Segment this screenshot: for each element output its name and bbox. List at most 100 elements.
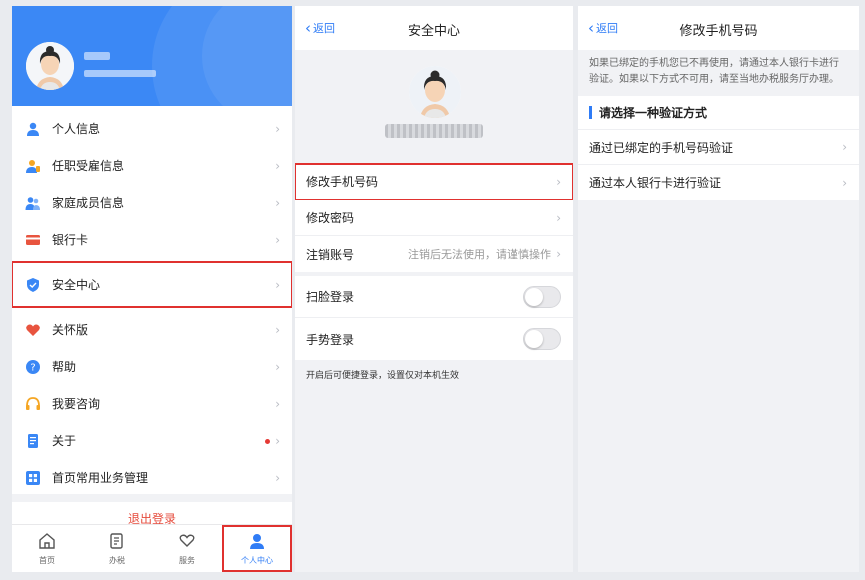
face-login-row: 扫脸登录 [295, 276, 573, 318]
family-icon [24, 194, 42, 212]
cancel-account-row[interactable]: 注销账号 注销后无法使用，请谨慎操作 › [295, 236, 573, 272]
tab-label: 服务 [179, 555, 195, 565]
employee-icon [24, 157, 42, 175]
navbar: ‹ 返回 安全中心 [295, 6, 573, 50]
tab-personal-center[interactable]: 个人中心 [222, 525, 292, 572]
chevron-right-icon: › [556, 174, 561, 189]
verification-options: 通过已绑定的手机号码验证 › 通过本人银行卡进行验证 › [578, 130, 859, 200]
heart-hand-icon [177, 532, 197, 553]
row-label: 通过本人银行卡进行验证 [589, 176, 722, 190]
notification-dot [265, 438, 270, 444]
document-icon [24, 432, 42, 450]
section-accent-bar [589, 106, 592, 119]
login-settings-group: 扫脸登录 手势登录 [295, 276, 573, 360]
menu-item-home-shortcuts[interactable]: 首页常用业务管理 › [12, 459, 292, 496]
heart-icon [24, 321, 42, 339]
home-icon [37, 532, 57, 553]
section-title: 请选择一种验证方式 [599, 106, 708, 120]
chevron-right-icon: › [275, 396, 280, 411]
logout-button[interactable]: 退出登录 [12, 494, 292, 526]
chevron-right-icon: › [275, 322, 280, 337]
edit-doc-icon [107, 532, 127, 553]
bank-card-icon [24, 231, 42, 249]
masked-id [84, 70, 156, 77]
page-title: 修改手机号码 [679, 24, 758, 39]
verify-by-phone-row[interactable]: 通过已绑定的手机号码验证 › [578, 130, 859, 165]
avatar [409, 66, 461, 118]
page-title: 安全中心 [407, 24, 460, 39]
avatar[interactable] [26, 42, 74, 90]
help-icon: ? [24, 358, 42, 376]
menu-item-personal-info[interactable]: 个人信息 › [12, 110, 292, 147]
menu-item-family[interactable]: 家庭成员信息 › [12, 184, 292, 221]
row-label: 注销账号 [306, 247, 355, 262]
menu-label: 个人信息 [52, 122, 101, 136]
menu-item-about[interactable]: 关于 › [12, 422, 292, 459]
svg-text:?: ? [30, 362, 35, 373]
change-password-row[interactable]: 修改密码 › [295, 200, 573, 236]
verify-by-bank-card-row[interactable]: 通过本人银行卡进行验证 › [578, 165, 859, 200]
security-center-screen: ‹ 返回 安全中心 修改手机号码 › 修改密码 › 注销账号 注销后无法使用，请… [295, 6, 573, 572]
chevron-right-icon: › [275, 359, 280, 374]
chevron-right-icon: › [275, 433, 280, 448]
change-phone-screen: ‹ 返回 修改手机号码 如果已绑定的手机您已不再使用，请通过本人银行卡进行验证。… [578, 6, 859, 572]
headset-icon [24, 395, 42, 413]
chevron-right-icon: › [275, 195, 280, 210]
chevron-right-icon: › [842, 140, 847, 154]
chevron-right-icon: › [275, 277, 280, 292]
gesture-login-row: 手势登录 [295, 318, 573, 360]
menu-label: 银行卡 [52, 233, 89, 247]
tab-label: 个人中心 [241, 555, 273, 565]
row-label: 修改手机号码 [306, 175, 379, 189]
shield-icon [24, 276, 42, 294]
chevron-right-icon: › [275, 158, 280, 173]
section-header: 请选择一种验证方式 [578, 96, 859, 130]
menu-label: 我要咨询 [52, 397, 101, 411]
row-label: 手势登录 [306, 332, 355, 347]
menu-label: 安全中心 [52, 278, 101, 292]
menu-list: 个人信息 › 任职受雇信息 › 家庭成员信息 › 银行卡 › 安全中心 › 关怀… [12, 110, 292, 496]
menu-label: 家庭成员信息 [52, 196, 125, 210]
login-tip: 开启后可便捷登录，设置仅对本机生效 [306, 371, 460, 381]
chevron-right-icon: › [556, 247, 561, 261]
row-label: 扫脸登录 [306, 290, 355, 304]
menu-label: 首页常用业务管理 [52, 471, 149, 485]
menu-item-help[interactable]: ? 帮助 › [12, 348, 292, 385]
masked-name [84, 52, 110, 60]
change-phone-row[interactable]: 修改手机号码 › [295, 163, 573, 201]
row-label: 通过已绑定的手机号码验证 [589, 140, 734, 155]
row-hint: 注销后无法使用，请谨慎操作 [408, 248, 551, 261]
user-icon [247, 532, 267, 553]
menu-label: 关怀版 [52, 323, 89, 337]
tab-label: 首页 [39, 555, 55, 565]
gesture-login-toggle[interactable] [523, 328, 561, 350]
chevron-right-icon: › [275, 232, 280, 247]
grid-icon [24, 469, 42, 487]
masked-name [385, 124, 483, 138]
menu-label: 帮助 [52, 360, 77, 374]
menu-label: 关于 [52, 434, 77, 448]
chevron-right-icon: › [556, 210, 561, 225]
tab-label: 办税 [109, 555, 125, 565]
notice-text: 如果已绑定的手机您已不再使用，请通过本人银行卡进行验证。如果以下方式不可用，请至… [578, 50, 859, 94]
menu-item-consult[interactable]: 我要咨询 › [12, 385, 292, 422]
chevron-right-icon: › [275, 121, 280, 136]
profile-header [12, 6, 292, 106]
face-login-toggle[interactable] [523, 285, 561, 308]
personal-center-screen: 个人信息 › 任职受雇信息 › 家庭成员信息 › 银行卡 › 安全中心 › 关怀… [12, 6, 292, 572]
row-label: 修改密码 [306, 211, 355, 225]
menu-item-care-mode[interactable]: 关怀版 › [12, 311, 292, 348]
bottom-tab-bar: 首页 办税 服务 个人中心 [12, 524, 292, 572]
menu-label: 任职受雇信息 [52, 159, 125, 173]
tab-tax[interactable]: 办税 [82, 525, 152, 572]
menu-item-employment[interactable]: 任职受雇信息 › [12, 147, 292, 184]
menu-item-security-center[interactable]: 安全中心 › [12, 261, 292, 308]
tab-home[interactable]: 首页 [12, 525, 82, 572]
tab-service[interactable]: 服务 [152, 525, 222, 572]
chevron-right-icon: › [275, 470, 280, 485]
navbar: ‹ 返回 修改手机号码 [578, 6, 859, 50]
person-icon [24, 120, 42, 138]
chevron-right-icon: › [842, 175, 847, 190]
account-settings-group: 修改手机号码 › 修改密码 › 注销账号 注销后无法使用，请谨慎操作 › [295, 163, 573, 272]
menu-item-bank-card[interactable]: 银行卡 › [12, 221, 292, 258]
